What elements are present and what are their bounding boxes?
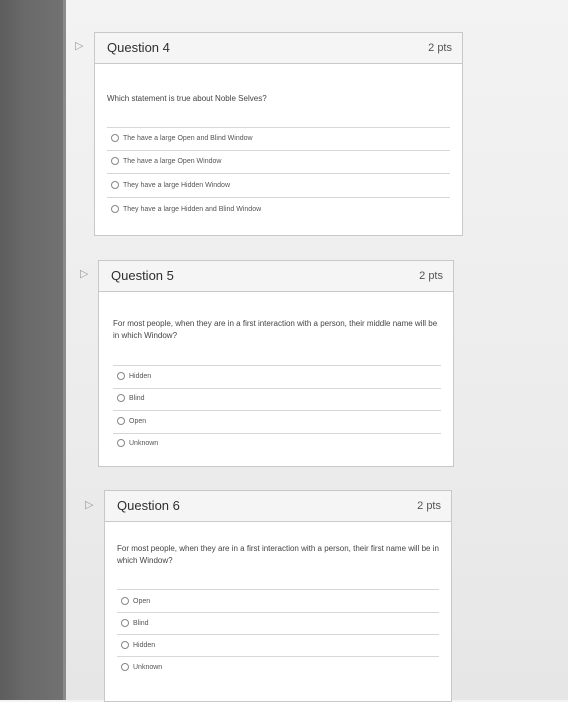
radio-icon[interactable]	[117, 439, 125, 447]
separator	[107, 197, 450, 198]
answer-label: They have a large Hidden and Blind Windo…	[123, 205, 262, 213]
radio-icon[interactable]	[111, 181, 119, 189]
radio-icon[interactable]	[111, 134, 119, 142]
answer-label: Hidden	[133, 641, 156, 649]
answer-label: Hidden	[129, 372, 152, 380]
flag-icon[interactable]: ▷	[80, 268, 92, 279]
left-dark-strip	[0, 0, 66, 700]
answer-option[interactable]: Open	[117, 414, 146, 428]
answer-option[interactable]: Blind	[117, 391, 145, 405]
answer-label: The have a large Open Window	[123, 157, 222, 165]
answer-option[interactable]: Open	[121, 594, 150, 608]
separator	[117, 656, 439, 657]
separator	[107, 173, 450, 174]
radio-icon[interactable]	[111, 205, 119, 213]
question-header: Question 5 2 pts	[99, 261, 453, 292]
answer-label: Open	[133, 597, 151, 605]
question-header: Question 4 2 pts	[95, 33, 462, 64]
answer-label: Unknown	[133, 663, 163, 671]
separator	[107, 150, 450, 151]
answer-option[interactable]: Unknown	[117, 436, 158, 450]
separator	[117, 589, 439, 590]
question-6: Question 6 2 pts For most people, when t…	[104, 490, 452, 702]
radio-icon[interactable]	[121, 597, 129, 605]
answer-option[interactable]: Unknown	[121, 660, 162, 674]
flag-icon[interactable]: ▷	[75, 40, 87, 51]
question-5: Question 5 2 pts For most people, when t…	[98, 260, 454, 467]
radio-icon[interactable]	[121, 619, 129, 627]
answer-option[interactable]: The have a large Open and Blind Window	[111, 131, 253, 145]
separator	[117, 612, 439, 613]
radio-icon[interactable]	[117, 394, 125, 402]
separator	[113, 433, 441, 434]
answer-option[interactable]: Blind	[121, 616, 149, 630]
question-title: Question 6	[117, 498, 180, 513]
answer-label: Blind	[133, 619, 149, 627]
radio-icon[interactable]	[117, 372, 125, 380]
answer-option[interactable]: They have a large Hidden Window	[111, 178, 230, 192]
answer-label: Blind	[129, 394, 145, 402]
radio-icon[interactable]	[117, 417, 125, 425]
separator	[107, 127, 450, 128]
question-points: 2 pts	[419, 270, 443, 282]
answer-label: They have a large Hidden Window	[123, 181, 231, 189]
answer-label: Open	[129, 417, 147, 425]
question-header: Question 6 2 pts	[105, 491, 451, 522]
radio-icon[interactable]	[111, 157, 119, 165]
radio-icon[interactable]	[121, 641, 129, 649]
answer-label: Unknown	[129, 439, 159, 447]
answer-label: The have a large Open and Blind Window	[123, 134, 253, 142]
strip-edge	[63, 0, 66, 700]
question-points: 2 pts	[417, 500, 441, 512]
answer-option[interactable]: Hidden	[121, 638, 155, 652]
answer-option[interactable]: They have a large Hidden and Blind Windo…	[111, 202, 261, 216]
question-title: Question 4	[107, 40, 170, 55]
separator	[113, 410, 441, 411]
radio-icon[interactable]	[121, 663, 129, 671]
question-text: Which statement is true about Noble Selv…	[107, 94, 267, 103]
flag-icon[interactable]: ▷	[85, 499, 97, 510]
question-text: For most people, when they are in a firs…	[113, 319, 438, 340]
separator	[113, 365, 441, 366]
question-text: For most people, when they are in a firs…	[117, 544, 439, 565]
question-4: Question 4 2 pts Which statement is true…	[94, 32, 463, 236]
answer-option[interactable]: The have a large Open Window	[111, 154, 221, 168]
separator	[117, 634, 439, 635]
question-points: 2 pts	[428, 42, 452, 54]
question-title: Question 5	[111, 268, 174, 283]
answer-option[interactable]: Hidden	[117, 369, 151, 383]
separator	[113, 388, 441, 389]
